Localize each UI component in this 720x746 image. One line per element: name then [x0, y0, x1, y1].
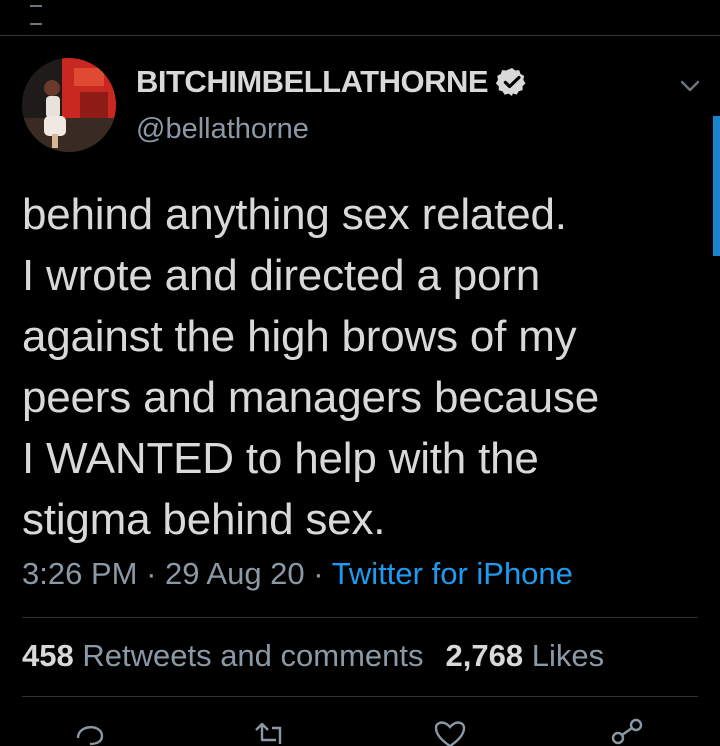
retweets-label: Retweets and comments	[82, 638, 424, 673]
avatar[interactable]	[22, 58, 116, 152]
scrollbar[interactable]	[713, 116, 720, 256]
likes-label: Likes	[531, 638, 605, 673]
like-icon[interactable]	[430, 716, 470, 746]
tweet-text-line: against the high brows of my	[22, 312, 577, 361]
divider	[0, 35, 720, 36]
tweet-text-line: I WANTED to help with the	[22, 434, 539, 483]
tweet-source-link[interactable]: Twitter for iPhone	[332, 556, 573, 591]
previous-tweet-fragment	[30, 0, 230, 25]
tweet-text-line: behind anything sex related.	[22, 190, 567, 239]
tweet-stats: 458 Retweets and comments 2,768 Likes	[22, 638, 604, 674]
retweets-stat[interactable]: 458 Retweets and comments	[22, 638, 424, 673]
share-icon[interactable]	[606, 716, 646, 746]
tweet-meta: 3:26 PM · 29 Aug 20 · Twitter for iPhone	[22, 556, 573, 592]
tweet-text-line: I wrote and directed a porn	[22, 251, 541, 300]
reply-icon[interactable]	[70, 716, 110, 746]
tweet-time: 3:26 PM	[22, 556, 138, 591]
tweet-date: 29 Aug 20	[165, 556, 305, 591]
divider	[22, 696, 698, 697]
verified-badge-icon	[496, 68, 526, 96]
meta-separator: ·	[313, 556, 324, 591]
tweet-text-line: peers and managers because	[22, 373, 599, 422]
likes-count: 2,768	[445, 638, 524, 673]
divider	[22, 617, 698, 618]
handle[interactable]: @bellathorne	[136, 113, 309, 146]
display-name-text: BITCHIMBELLATHORNE	[136, 64, 489, 99]
retweets-count: 458	[22, 638, 74, 673]
display-name[interactable]: BITCHIMBELLATHORNE	[136, 64, 528, 100]
tweet-actions	[0, 716, 720, 746]
retweet-icon[interactable]	[250, 716, 290, 746]
likes-stat[interactable]: 2,768 Likes	[446, 638, 605, 673]
tweet-text: behind anything sex related. I wrote and…	[22, 184, 702, 550]
avatar-image	[22, 58, 116, 152]
tweet-text-line: stigma behind sex.	[22, 495, 386, 544]
chevron-down-icon[interactable]	[678, 74, 702, 98]
meta-separator: ·	[146, 556, 157, 591]
